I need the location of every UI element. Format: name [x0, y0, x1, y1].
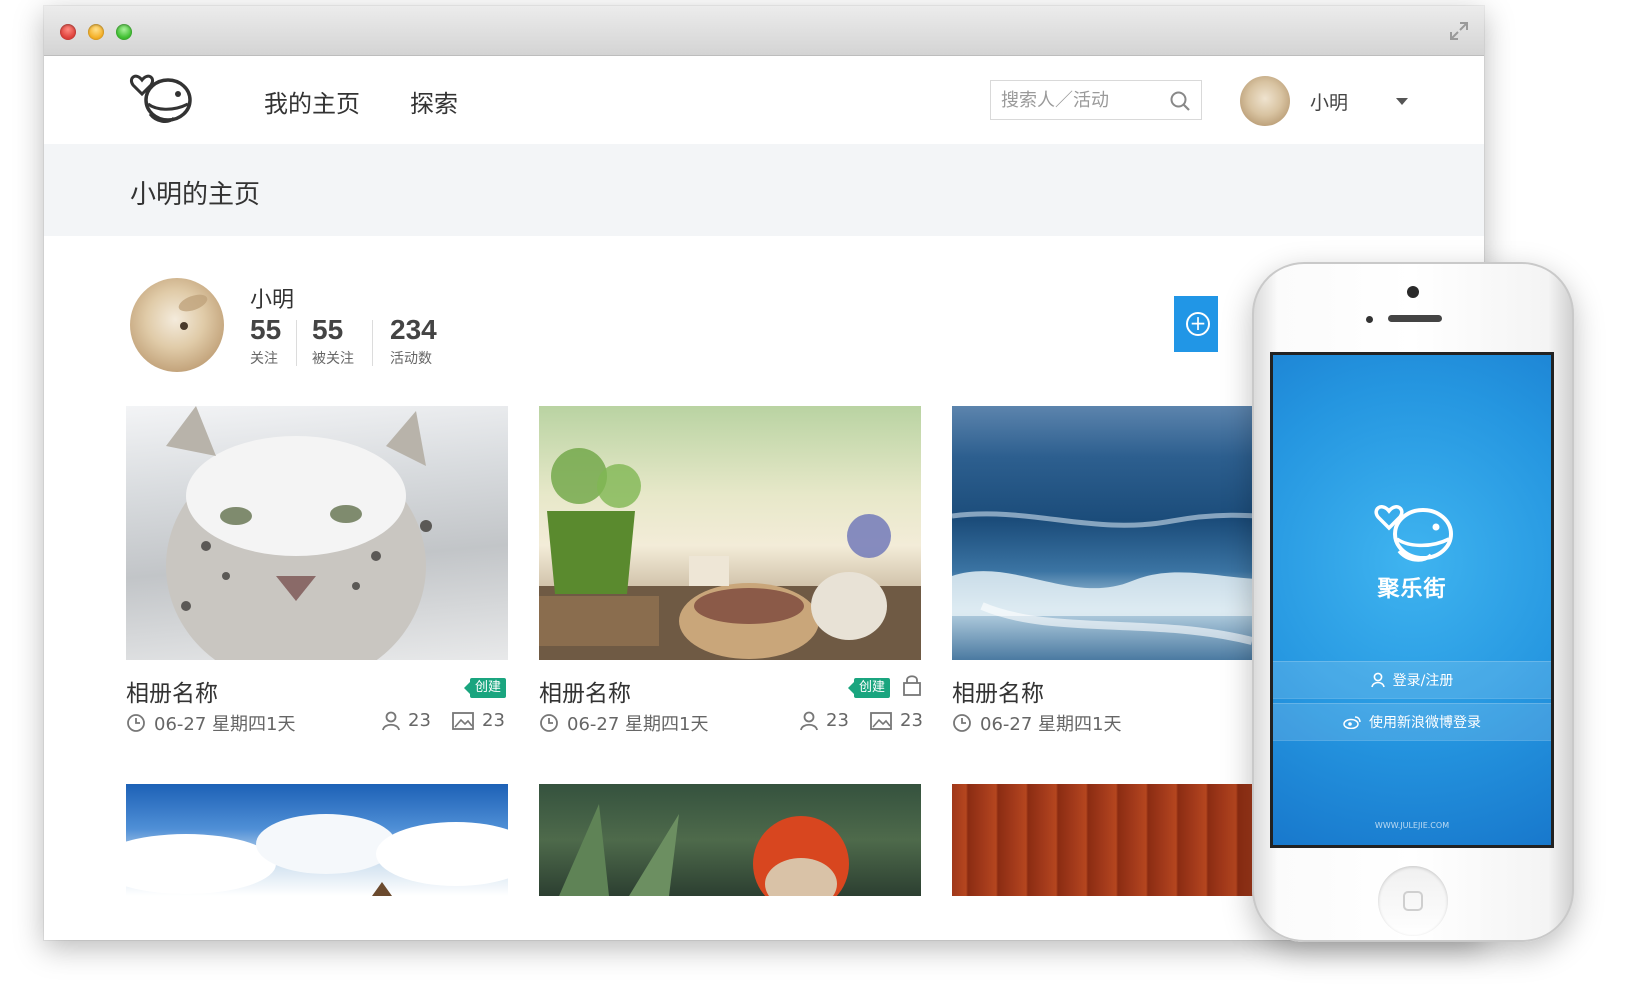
- app-name: 聚乐街: [1377, 577, 1447, 602]
- stat-value: 55: [312, 314, 344, 345]
- home-square-icon: [1403, 891, 1423, 911]
- top-navigation: 我的主页 探索 小明: [44, 56, 1484, 144]
- search-icon[interactable]: [1169, 90, 1191, 112]
- profile-name: 小明: [250, 288, 295, 313]
- album-member-count: 23: [408, 710, 431, 731]
- website-url: WWW.JULEJIE.COM: [1374, 821, 1450, 830]
- stat-label: 被关注: [312, 351, 354, 367]
- add-album-button[interactable]: +: [1174, 296, 1218, 352]
- profile-avatar[interactable]: [130, 278, 224, 372]
- search-input[interactable]: [1001, 87, 1161, 113]
- album-date-text: 06-27 星期四1天: [154, 714, 296, 735]
- login-register-button[interactable]: 登录/注册: [1273, 661, 1551, 699]
- album-date-text: 06-27 星期四1天: [567, 714, 709, 735]
- clock-icon: [953, 714, 971, 732]
- nav-link-my-home[interactable]: 我的主页: [264, 84, 360, 119]
- album-members: 23: [382, 710, 431, 731]
- album-title[interactable]: 相册名称: [126, 674, 218, 708]
- whale-logo-icon[interactable]: [128, 70, 194, 126]
- phone-speaker: [1388, 315, 1442, 322]
- home-button[interactable]: [1378, 866, 1448, 936]
- clock-icon: [127, 714, 145, 732]
- created-badge: 创建: [463, 678, 507, 698]
- album-title[interactable]: 相册名称: [539, 674, 631, 708]
- album-date: 06-27 星期四1天: [539, 710, 708, 736]
- image-icon: [452, 711, 474, 730]
- chevron-down-icon[interactable]: [1396, 98, 1408, 105]
- rabbit-in-plants-image: [559, 804, 849, 896]
- stat-label: 关注: [250, 351, 278, 367]
- page-title: 小明的主页: [130, 180, 261, 210]
- album-title[interactable]: 相册名称: [952, 674, 1044, 708]
- clock-icon: [540, 714, 558, 732]
- close-window-button[interactable]: [60, 24, 76, 40]
- stat-value: 234: [390, 314, 437, 345]
- lock-icon: [903, 675, 921, 696]
- rabbit-ear: [176, 291, 210, 315]
- album-photos: 23: [452, 710, 505, 731]
- weibo-login-button[interactable]: 使用新浪微博登录: [1273, 703, 1551, 741]
- snow-leopard-image: [166, 406, 432, 660]
- tea-table-image: [539, 448, 921, 660]
- stat-value: 55: [250, 314, 282, 345]
- album-members: 23: [800, 710, 849, 731]
- nav-username[interactable]: 小明: [1310, 88, 1348, 115]
- person-icon: [382, 711, 400, 730]
- stat-label: 活动数: [390, 351, 432, 367]
- person-icon: [1370, 672, 1385, 688]
- album-member-count: 23: [826, 710, 849, 731]
- album-date-text: 06-27 星期四1天: [980, 714, 1122, 735]
- stat-activities[interactable]: 234 活动数: [390, 314, 437, 368]
- image-icon: [870, 711, 892, 730]
- sky-clouds-image: [126, 814, 508, 896]
- album-photo-count: 23: [900, 710, 923, 731]
- person-icon: [800, 711, 818, 730]
- stat-followers[interactable]: 55 被关注: [312, 314, 354, 368]
- fullscreen-icon[interactable]: [1448, 20, 1470, 42]
- stat-divider: [372, 320, 373, 366]
- rabbit-eye: [180, 322, 188, 330]
- user-avatar[interactable]: [1240, 76, 1290, 126]
- created-badge: 创建: [847, 678, 891, 698]
- album-photo-count: 23: [482, 710, 505, 731]
- album-date: 06-27 星期四1天: [952, 710, 1121, 736]
- weibo-icon: [1343, 716, 1361, 729]
- nav-link-explore[interactable]: 探索: [410, 84, 458, 119]
- album-cover-snow-leopard[interactable]: [126, 406, 508, 660]
- weibo-login-label: 使用新浪微博登录: [1369, 715, 1481, 731]
- album-photos: 23: [870, 710, 923, 731]
- phone-sensor: [1366, 316, 1373, 323]
- maximize-window-button[interactable]: [116, 24, 132, 40]
- whale-logo-icon: [1374, 505, 1453, 562]
- page-header: 小明的主页: [44, 144, 1484, 236]
- window-titlebar: [44, 6, 1484, 56]
- album-date: 06-27 星期四1天: [126, 710, 295, 736]
- plus-circle-icon: +: [1186, 312, 1210, 336]
- phone-camera: [1407, 286, 1419, 298]
- stat-divider: [296, 320, 297, 366]
- album-cover-rabbit[interactable]: [539, 784, 921, 896]
- album-cover-sky-clouds[interactable]: [126, 784, 508, 896]
- login-register-label: 登录/注册: [1392, 673, 1454, 689]
- search-box: [990, 80, 1202, 120]
- phone-screen: 聚乐街 登录/注册 使用新浪微博登录 WWW.JULEJIE.COM: [1270, 352, 1554, 848]
- stat-following[interactable]: 55 关注: [250, 314, 281, 368]
- minimize-window-button[interactable]: [88, 24, 104, 40]
- phone-mockup: 聚乐街 登录/注册 使用新浪微博登录 WWW.JULEJIE.COM: [1252, 262, 1574, 942]
- album-cover-tea-table[interactable]: [539, 406, 921, 660]
